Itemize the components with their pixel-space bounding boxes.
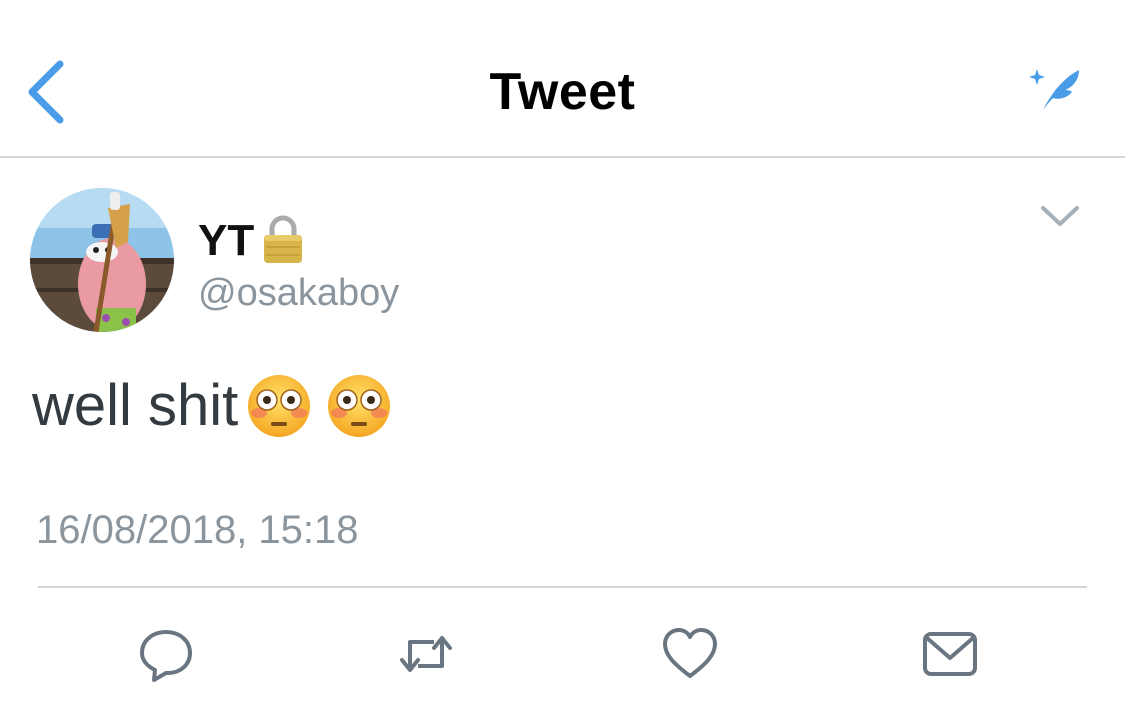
share-mail-icon bbox=[923, 632, 977, 676]
display-name-text: YT bbox=[198, 216, 255, 265]
tweet-text: well shit bbox=[32, 372, 392, 439]
reply-button[interactable] bbox=[136, 624, 196, 684]
share-button[interactable] bbox=[920, 624, 980, 684]
tweet-detail-screen: Tweet YT @osakaboy well shit 16/08/2018,… bbox=[0, 0, 1125, 713]
display-name[interactable]: YT bbox=[198, 213, 308, 266]
retweet-button[interactable] bbox=[396, 624, 456, 684]
lock-icon bbox=[258, 213, 308, 265]
more-options-button[interactable] bbox=[1035, 198, 1085, 234]
tweet-timestamp: 16/08/2018, 15:18 bbox=[36, 508, 359, 552]
chevron-down-icon bbox=[1041, 206, 1079, 226]
compose-button[interactable] bbox=[1025, 64, 1085, 116]
avatar-image bbox=[30, 188, 174, 332]
user-handle[interactable]: @osakaboy bbox=[198, 272, 399, 315]
compose-tweet-icon bbox=[1029, 69, 1079, 110]
divider bbox=[38, 586, 1087, 588]
heart-icon bbox=[663, 628, 717, 678]
retweet-icon bbox=[400, 636, 452, 672]
reply-icon bbox=[140, 630, 192, 682]
avatar[interactable] bbox=[30, 188, 174, 332]
navigation-bar: Tweet bbox=[0, 0, 1125, 158]
page-title: Tweet bbox=[489, 63, 636, 121]
like-button[interactable] bbox=[660, 624, 720, 684]
tweet-text-content: well shit bbox=[32, 373, 239, 438]
flushed-face-emoji bbox=[326, 373, 392, 439]
flushed-face-emoji bbox=[246, 373, 312, 439]
